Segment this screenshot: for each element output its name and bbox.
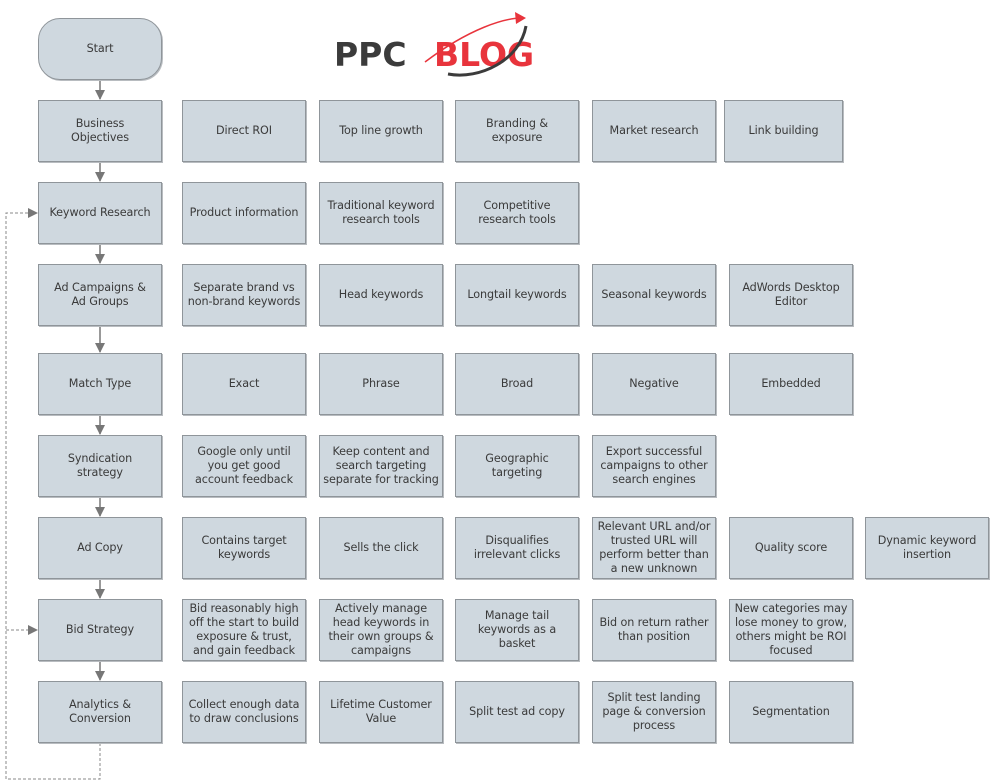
detail-node: Relevant URL and/or trusted URL will per… — [592, 517, 716, 579]
detail-node: Exact — [182, 353, 306, 415]
detail-node: Product information — [182, 182, 306, 244]
detail-node: Sells the click — [319, 517, 443, 579]
step-node: Ad Campaigns & Ad Groups — [38, 264, 162, 326]
detail-node: Dynamic keyword insertion — [865, 517, 989, 579]
detail-node: New categories may lose money to grow, o… — [729, 599, 853, 661]
detail-node: Geographic targeting — [455, 435, 579, 497]
detail-node: Branding & exposure — [455, 100, 579, 162]
detail-node: Split test landing page & conversion pro… — [592, 681, 716, 743]
detail-node: Phrase — [319, 353, 443, 415]
detail-node: Bid on return rather than position — [592, 599, 716, 661]
step-node: Syndication strategy — [38, 435, 162, 497]
detail-node: Contains target keywords — [182, 517, 306, 579]
step-node: Bid Strategy — [38, 599, 162, 661]
detail-node: Broad — [455, 353, 579, 415]
detail-node: Manage tail keywords as a basket — [455, 599, 579, 661]
detail-node: Link building — [724, 100, 843, 162]
step-node: Match Type — [38, 353, 162, 415]
detail-node: Disqualifies irrelevant clicks — [455, 517, 579, 579]
detail-node: Collect enough data to draw conclusions — [182, 681, 306, 743]
detail-node: Export successful campaigns to other sea… — [592, 435, 716, 497]
detail-node: Embedded — [729, 353, 853, 415]
detail-node: Head keywords — [319, 264, 443, 326]
detail-node: Split test ad copy — [455, 681, 579, 743]
step-node: Keyword Research — [38, 182, 162, 244]
detail-node: Keep content and search targeting separa… — [319, 435, 443, 497]
start-node: Start — [38, 18, 162, 80]
detail-node: Competitive research tools — [455, 182, 579, 244]
detail-node: Separate brand vs non-brand keywords — [182, 264, 306, 326]
detail-node: Actively manage head keywords in their o… — [319, 599, 443, 661]
svg-text:PPC: PPC — [334, 35, 407, 74]
detail-node: Segmentation — [729, 681, 853, 743]
detail-node: Negative — [592, 353, 716, 415]
step-node: Ad Copy — [38, 517, 162, 579]
detail-node: Longtail keywords — [455, 264, 579, 326]
detail-node: Quality score — [729, 517, 853, 579]
detail-node: Traditional keyword research tools — [319, 182, 443, 244]
detail-node: Top line growth — [319, 100, 443, 162]
detail-node: AdWords Desktop Editor — [729, 264, 853, 326]
ppcblog-logo: PPC BLOG — [334, 12, 534, 77]
detail-node: Market research — [592, 100, 716, 162]
detail-node: Lifetime Customer Value — [319, 681, 443, 743]
detail-node: Direct ROI — [182, 100, 306, 162]
svg-text:BLOG: BLOG — [434, 35, 534, 74]
step-node: Analytics & Conversion — [38, 681, 162, 743]
detail-node: Bid reasonably high off the start to bui… — [182, 599, 306, 661]
step-node: Business Objectives — [38, 100, 162, 162]
detail-node: Google only until you get good account f… — [182, 435, 306, 497]
detail-node: Seasonal keywords — [592, 264, 716, 326]
